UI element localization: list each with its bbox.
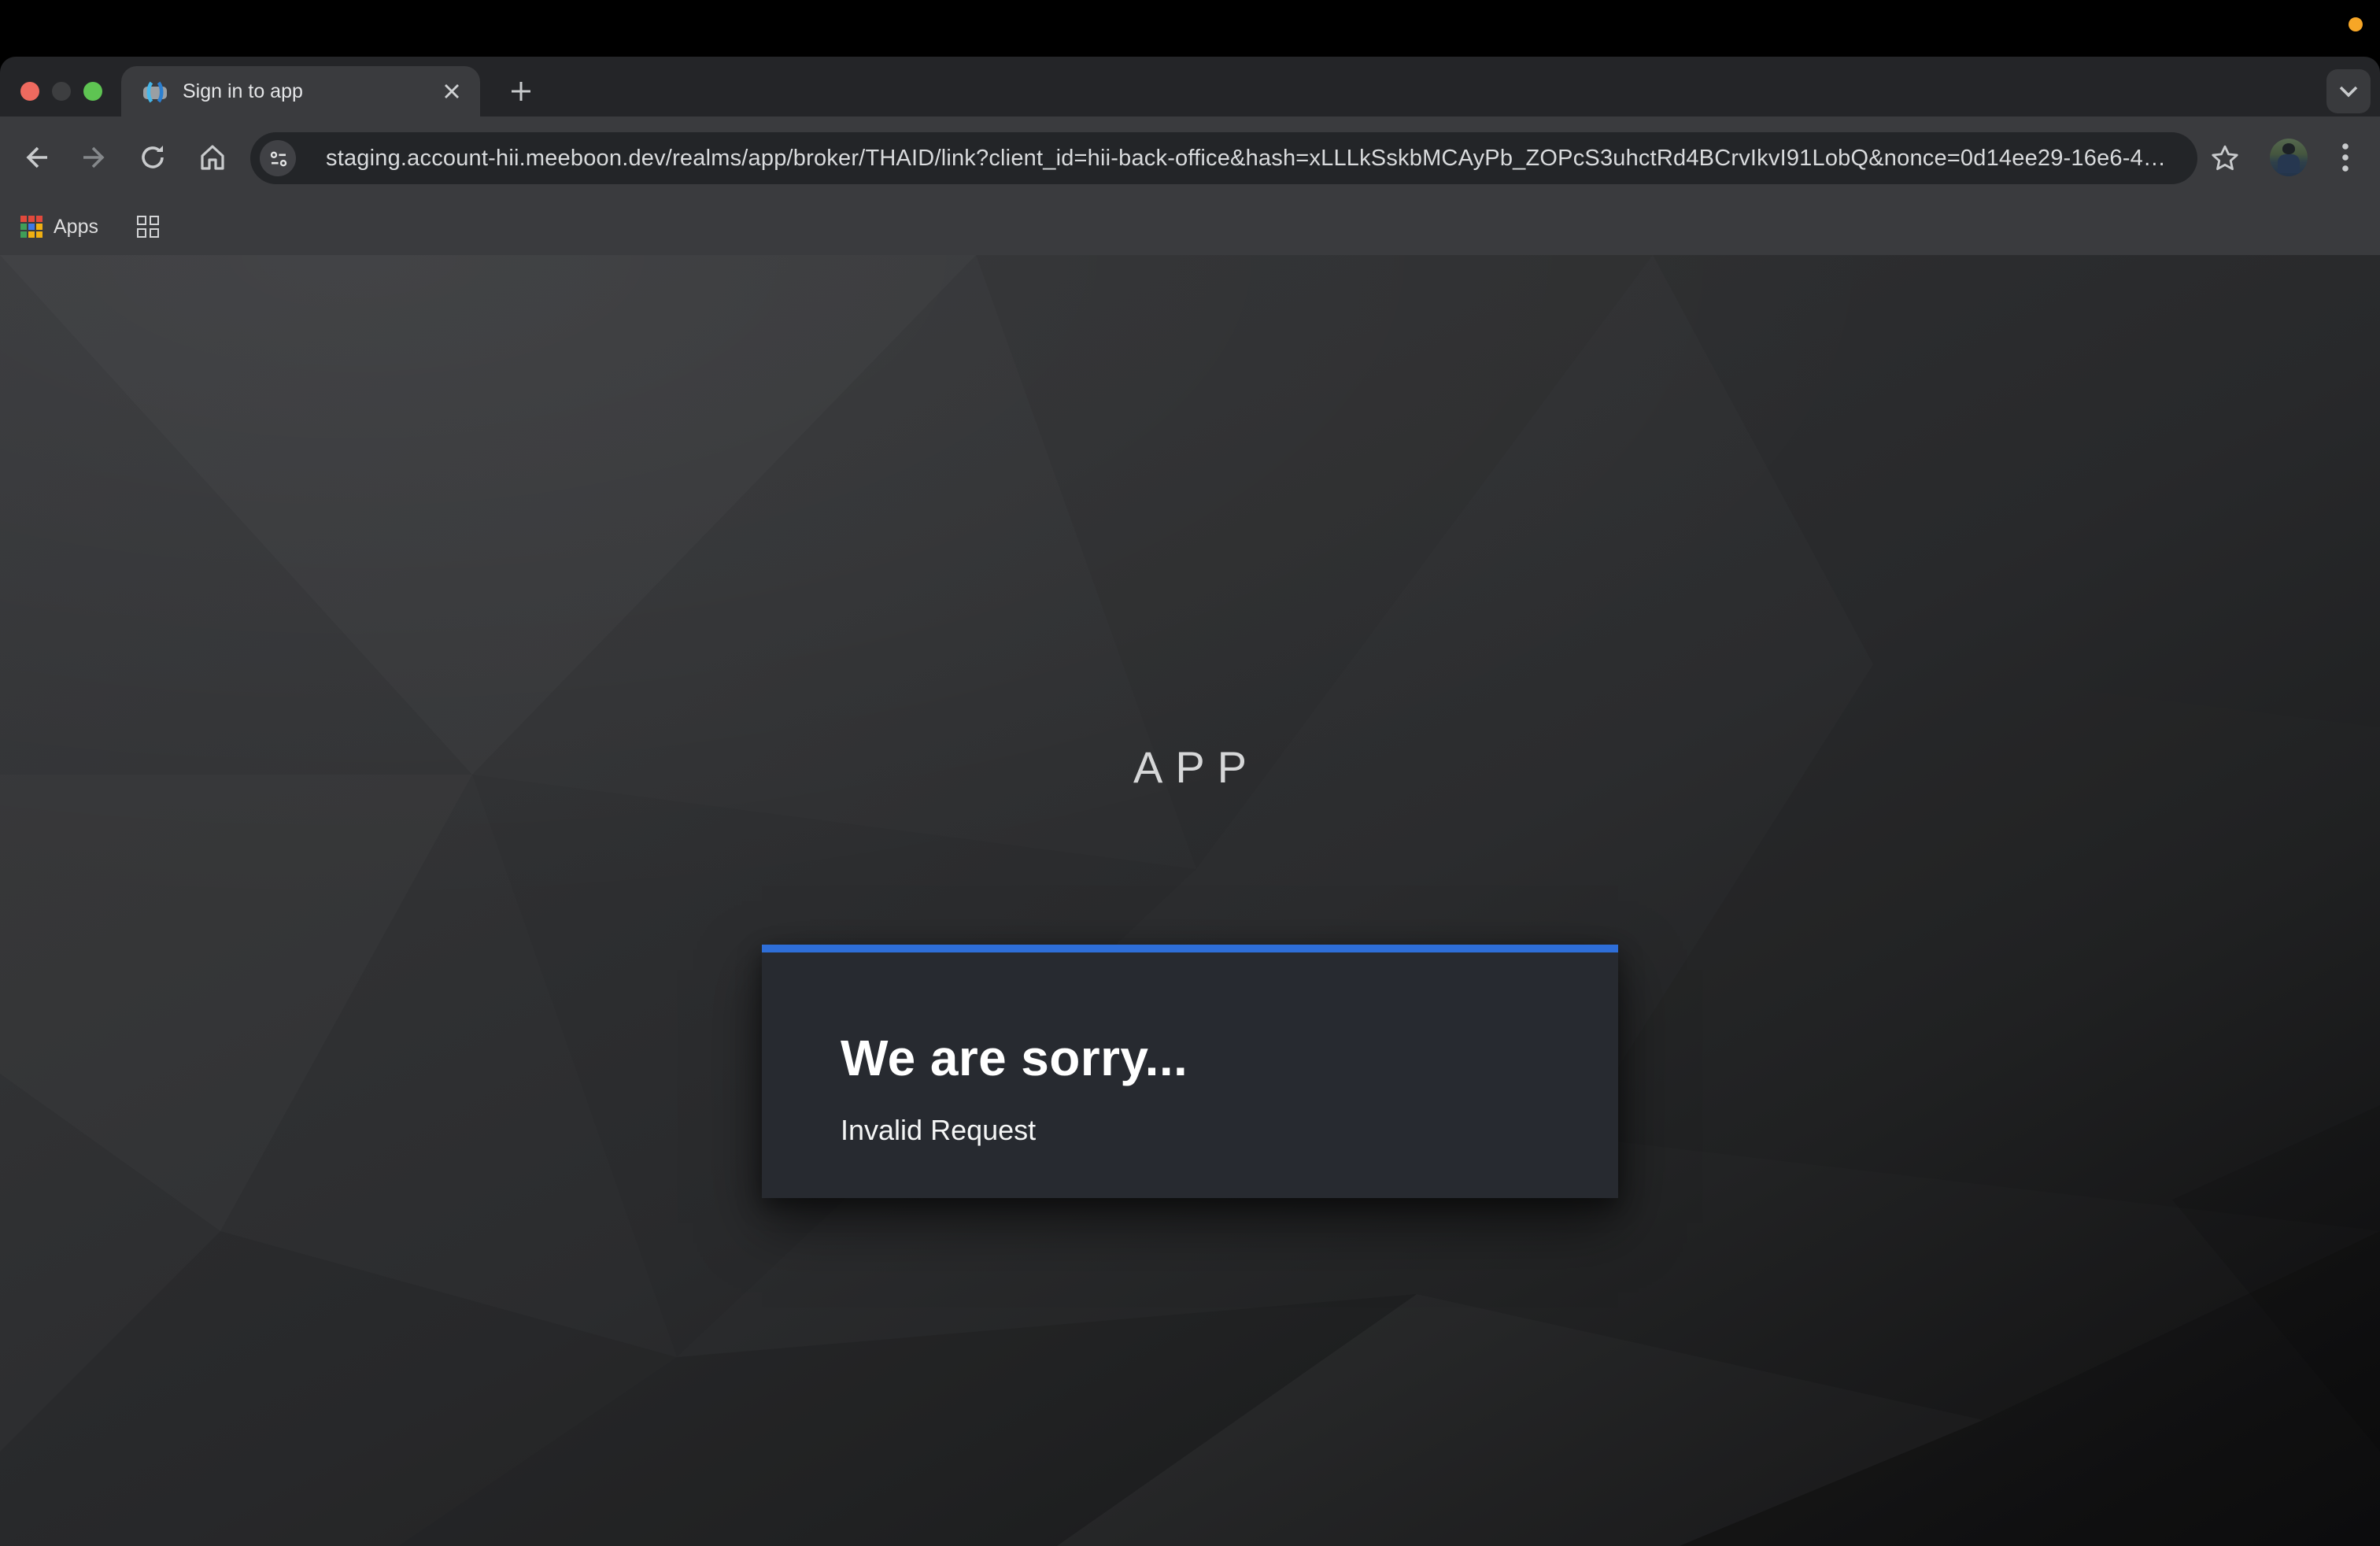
recording-indicator-dot [2349, 17, 2363, 31]
home-icon [197, 142, 228, 173]
profile-avatar[interactable] [2270, 139, 2308, 176]
url-text[interactable]: staging.account-hii.meeboon.dev/realms/a… [326, 146, 2166, 171]
browser-window: Sign in to app [0, 57, 2380, 1546]
four-squares-bookmark-icon[interactable] [136, 215, 160, 239]
back-button[interactable] [17, 139, 55, 176]
star-icon [2209, 142, 2239, 172]
tab-title: Sign in to app [183, 80, 439, 102]
reload-button[interactable] [134, 139, 172, 176]
tab-close-icon[interactable] [439, 79, 464, 104]
site-settings-button[interactable] [260, 140, 296, 176]
screen: Sign in to app [0, 0, 2380, 1546]
system-strip [0, 0, 2380, 57]
page-content: APP We are sorry... Invalid Request [0, 255, 2380, 1546]
forward-arrow-icon [79, 142, 110, 173]
browser-toolbar: staging.account-hii.meeboon.dev/realms/a… [0, 117, 2380, 198]
tune-icon [268, 149, 287, 168]
macos-close-button[interactable] [20, 82, 39, 101]
tab-sign-in-to-app[interactable]: Sign in to app [121, 66, 480, 117]
bookmark-star-button[interactable] [2205, 139, 2243, 176]
error-card: We are sorry... Invalid Request [762, 945, 1618, 1198]
realm-title: APP [0, 743, 2380, 793]
lowpoly-background [0, 255, 2380, 1546]
home-button[interactable] [194, 139, 231, 176]
new-tab-button[interactable] [502, 72, 540, 110]
macos-zoom-button[interactable] [83, 82, 102, 101]
bookmark-apps[interactable]: Apps [11, 206, 108, 247]
tab-strip: Sign in to app [0, 57, 2380, 117]
google-apps-grid-icon [20, 216, 42, 238]
reload-icon [137, 142, 168, 173]
url-bar[interactable]: staging.account-hii.meeboon.dev/realms/a… [250, 132, 2197, 184]
bookmarks-bar: Apps [0, 198, 2380, 255]
chevron-down-icon [2339, 85, 2358, 98]
error-card-message: Invalid Request [841, 1113, 1539, 1148]
bookmark-label: Apps [54, 216, 98, 238]
browser-menu-button[interactable] [2326, 139, 2364, 176]
tab-search-button[interactable] [2326, 69, 2371, 113]
forward-button[interactable] [76, 139, 113, 176]
tab-favicon-icon [142, 78, 168, 105]
back-arrow-icon [20, 142, 52, 173]
macos-minimize-button[interactable] [52, 82, 71, 101]
error-card-title: We are sorry... [841, 1028, 1539, 1088]
three-dot-menu-icon [2342, 143, 2349, 172]
